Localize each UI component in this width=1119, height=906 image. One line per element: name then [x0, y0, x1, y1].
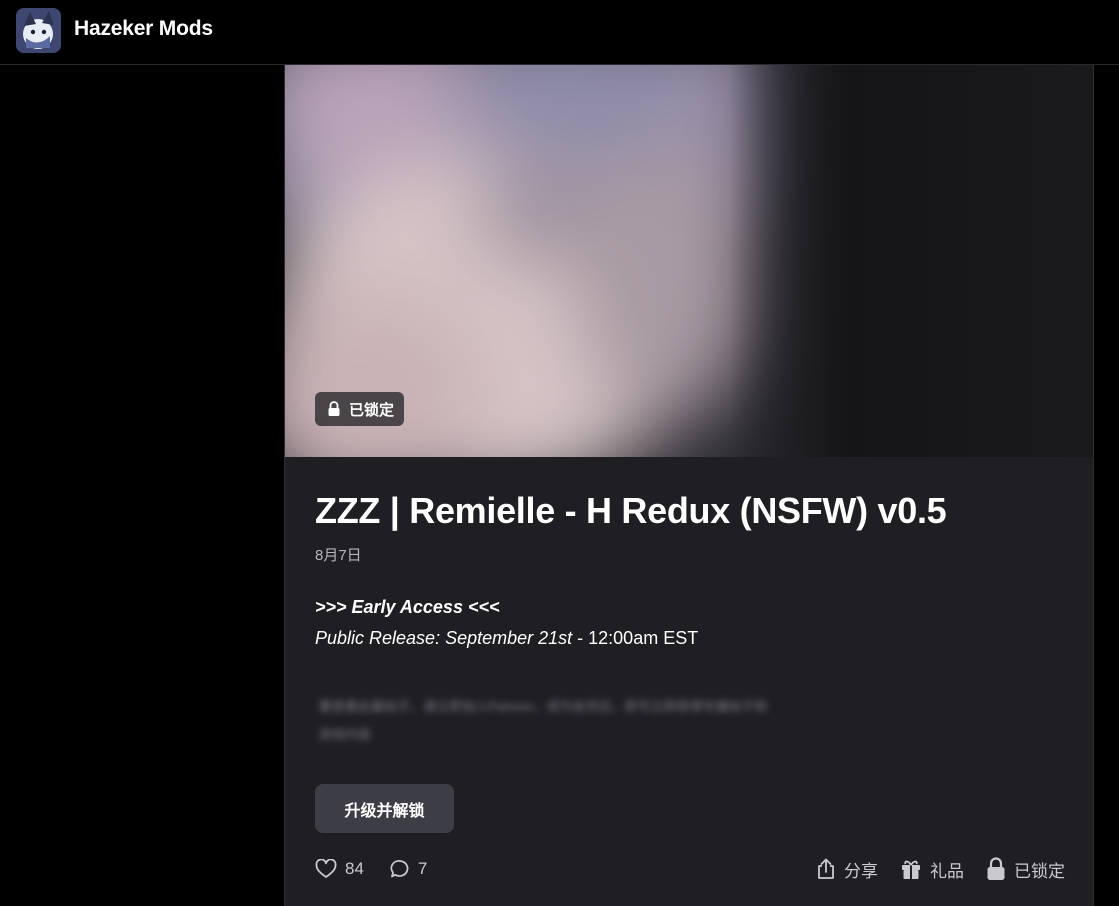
gift-icon [900, 858, 922, 880]
post-hero-image: 已锁定 [285, 65, 1093, 457]
top-bar: Hazeker Mods [0, 0, 1119, 65]
comment-count: 7 [417, 859, 428, 878]
heart-icon [315, 859, 337, 879]
public-release-label: Public Release: September 21st [315, 628, 573, 648]
public-release-line: Public Release: September 21st - 12:00am… [315, 628, 698, 649]
comment-button[interactable]: 7 [390, 859, 427, 879]
locked-label: 已锁定 [1014, 861, 1065, 881]
locked-status-button[interactable]: 已锁定 [986, 857, 1065, 882]
public-release-time: - 12:00am EST [572, 628, 699, 648]
share-icon [816, 858, 836, 880]
creator-avatar[interactable] [16, 8, 61, 53]
engagement-group: 84 7 [315, 859, 453, 879]
lock-icon [327, 401, 341, 417]
post-card: 已锁定 ZZZ | Remielle - H Redux (NSFW) v0.5… [284, 65, 1094, 906]
post-tools-group: 分享 礼品 已锁定 [794, 857, 1065, 882]
locked-preview-line-2: 其他内容 [319, 727, 372, 742]
upgrade-unlock-button[interactable]: 升级并解锁 [315, 784, 454, 833]
like-button[interactable]: 84 [315, 859, 364, 879]
early-access-line: >>> Early Access <<< [315, 597, 500, 617]
post-actions-bar: 84 7 分享 礼品 已锁定 [315, 855, 1065, 883]
share-button[interactable]: 分享 [816, 857, 878, 882]
locked-badge-label: 已锁定 [349, 401, 395, 419]
comment-icon [390, 859, 410, 879]
gift-button[interactable]: 礼品 [900, 857, 964, 882]
locked-content-preview: 要查看此篇帖子，请立即加入Patreon，成为会员后，即可立即获得专属帖子和 其… [319, 693, 1049, 749]
post-title[interactable]: ZZZ | Remielle - H Redux (NSFW) v0.5 [315, 490, 947, 532]
gift-label: 礼品 [930, 861, 964, 881]
like-count: 84 [345, 859, 364, 878]
share-label: 分享 [844, 861, 878, 881]
lock-icon [986, 857, 1006, 881]
site-title[interactable]: Hazeker Mods [74, 17, 213, 41]
locked-preview-line-1: 要查看此篇帖子，请立即加入Patreon，成为会员后，即可立即获得专属帖子和 [319, 699, 768, 714]
post-date[interactable]: 8月7日 [315, 544, 362, 565]
locked-badge: 已锁定 [315, 392, 405, 426]
